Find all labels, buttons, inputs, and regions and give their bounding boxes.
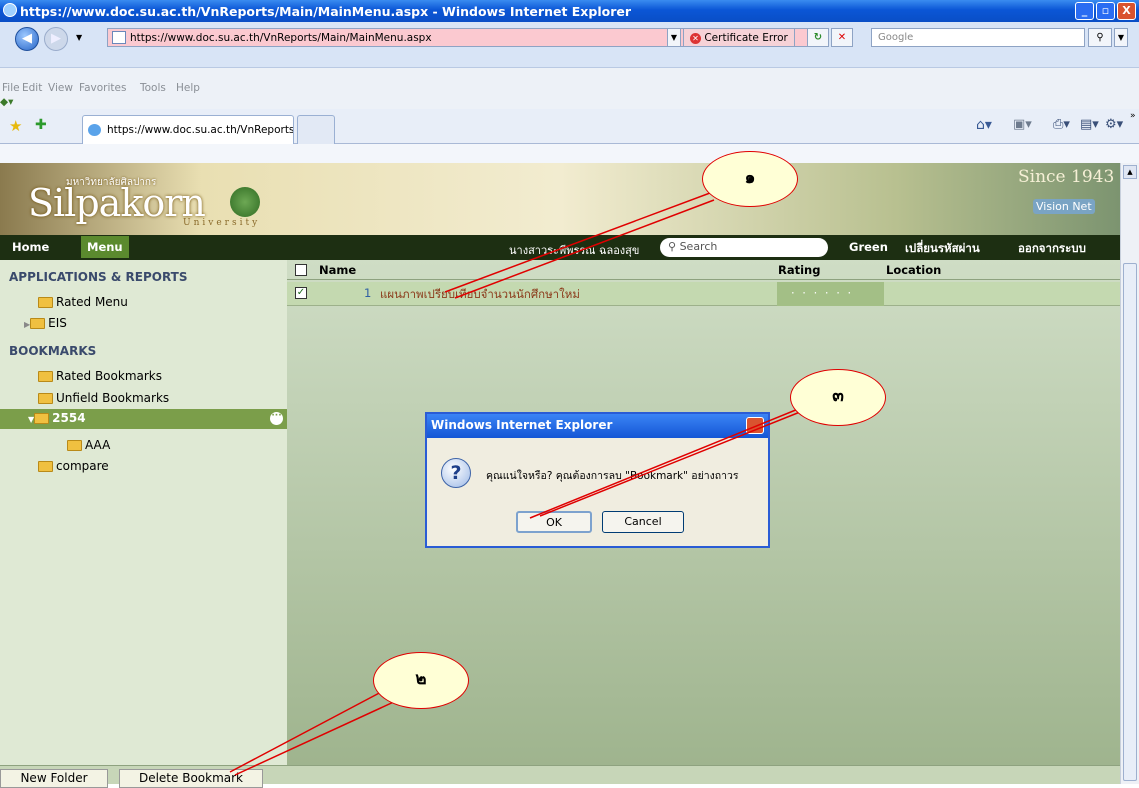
callout-2-line	[229, 689, 386, 773]
callout-3: ๓	[790, 369, 886, 426]
callout-2-line-b	[234, 699, 399, 776]
annotation-lines	[229, 189, 809, 776]
callout-3-line	[529, 404, 809, 519]
callout-1-line-b	[454, 199, 715, 299]
callout-1: ๑	[702, 151, 798, 207]
callout-1-line	[444, 189, 719, 293]
callout-2: ๒	[373, 652, 469, 709]
callout-3-line-b	[539, 411, 801, 517]
